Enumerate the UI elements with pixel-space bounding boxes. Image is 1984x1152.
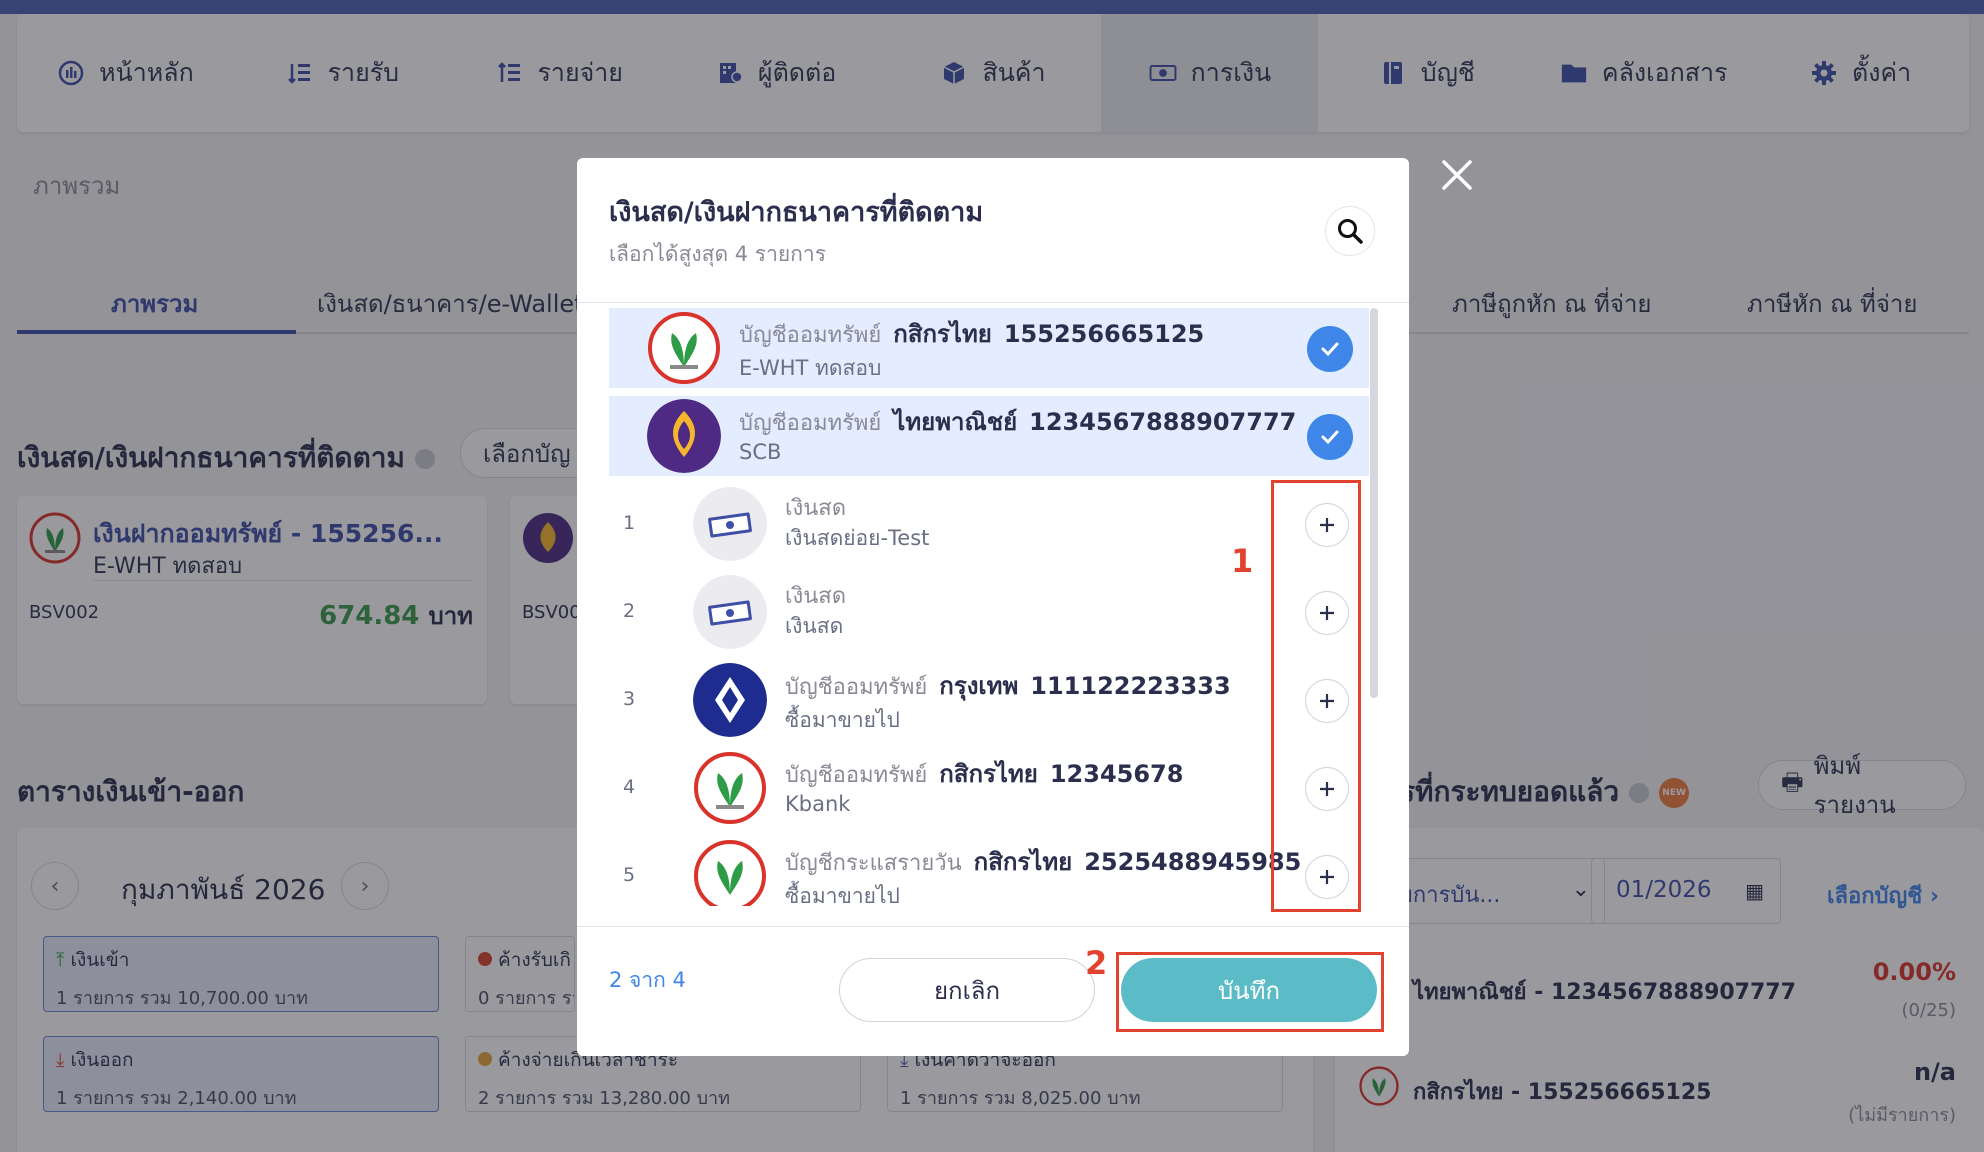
scb-logo [647,399,721,473]
available-account-row[interactable]: 4 บัญชีออมทรัพย์ กสิกรไทย 12345678 Kbank [609,748,1369,828]
selected-check[interactable] [1307,326,1353,372]
cash-logo [693,575,767,649]
available-account-row[interactable]: 2 เงินสด เงินสด [609,572,1369,652]
account-list: บัญชีออมทรัพย์ กสิกรไทย 155256665125 E-WHT… [609,308,1377,906]
search-icon [1338,219,1363,244]
cancel-button[interactable]: ยกเลิก [839,958,1095,1022]
account-type-text: บัญชีกระแสรายวัน [785,851,962,876]
cash-logo [693,487,767,561]
row-number: 5 [622,864,636,886]
account-number: 12345678 [1049,760,1184,788]
check-icon [1321,430,1339,445]
account-number: 155256665125 [1003,320,1205,348]
account-type-text: บัญชีออมทรัพย์ [739,323,882,348]
account-type: บัญชีออมทรัพย์ ไทยพาณิชย์ 1234567888907777 [739,402,1296,441]
kbank-logo [694,752,766,824]
account-name: E-WHT ทดสอบ [739,356,882,380]
annotation-number-2: 2 [1085,944,1108,982]
list-scrollbar[interactable] [1370,308,1378,698]
account-name: Kbank [785,792,851,816]
search-button[interactable] [1325,206,1375,256]
bank-name: ไทยพาณิชย์ [893,408,1018,436]
account-name: SCB [739,440,782,464]
modal-subtitle: เลือกได้สูงสุด 4 รายการ [609,242,826,266]
close-icon[interactable] [1440,158,1474,192]
available-account-row[interactable]: 3 บัญชีออมทรัพย์ กรุงเทพ 111122223333 ซื้อ… [609,660,1369,740]
row-number: 3 [622,688,636,710]
row-number: 4 [622,776,636,798]
account-type-text: บัญชีออมทรัพย์ [785,763,928,788]
row-number: 2 [622,600,636,622]
account-type: เงินสด [785,578,846,613]
tracked-accounts-modal: เงินสด/เงินฝากธนาคารที่ติดตาม เลือกได้สู… [577,158,1409,1056]
account-type: บัญชีออมทรัพย์ กสิกรไทย 155256665125 [739,314,1204,353]
account-type: บัญชีออมทรัพย์ กสิกรไทย 12345678 [785,754,1183,793]
account-type-text: เงินสด [785,584,847,609]
modal-header-divider [577,302,1409,303]
available-account-row[interactable]: 5 บัญชีกระแสรายวัน กสิกรไทย 2525488945985 … [609,836,1369,906]
account-number: 2525488945985 [1084,848,1302,876]
account-number: 111122223333 [1030,672,1231,700]
annotation-box-1 [1271,480,1361,912]
annotation-box-2 [1116,952,1384,1032]
bank-name: กรุงเทพ [939,672,1019,700]
account-name: เงินสดย่อย-Test [785,526,930,550]
bank-name: กสิกรไทย [893,320,992,348]
kbank-logo [648,312,720,384]
modal-title: เงินสด/เงินฝากธนาคารที่ติดตาม [609,197,984,228]
kbank-logo [694,840,766,906]
row-number: 1 [622,512,636,534]
account-type: บัญชีออมทรัพย์ กรุงเทพ 111122223333 [785,666,1231,705]
selected-check[interactable] [1307,414,1353,460]
modal-footer-divider [577,926,1409,927]
available-account-row[interactable]: 1 เงินสด เงินสดย่อย-Test [609,484,1369,564]
selection-count: 2 จาก 4 [609,968,686,992]
account-type-text: บัญชีออมทรัพย์ [739,411,882,436]
selected-account-row[interactable]: บัญชีออมทรัพย์ ไทยพาณิชย์ 1234567888907777… [609,396,1369,476]
account-name: ซื้อมาขายไป [785,884,900,906]
bbl-logo [693,663,767,737]
bank-name: กสิกรไทย [939,760,1038,788]
selected-account-row[interactable]: บัญชีออมทรัพย์ กสิกรไทย 155256665125 E-WHT… [609,308,1369,388]
annotation-number-1: 1 [1231,542,1254,580]
account-type-text: บัญชีออมทรัพย์ [785,675,928,700]
account-number: 1234567888907777 [1029,408,1297,436]
account-type-text: เงินสด [785,496,847,521]
account-name: เงินสด [785,614,844,638]
account-type: เงินสด [785,490,846,525]
bank-name: กสิกรไทย [973,848,1073,876]
check-icon [1321,342,1339,357]
account-type: บัญชีกระแสรายวัน กสิกรไทย 2525488945985 [785,842,1301,881]
account-name: ซื้อมาขายไป [785,708,900,732]
